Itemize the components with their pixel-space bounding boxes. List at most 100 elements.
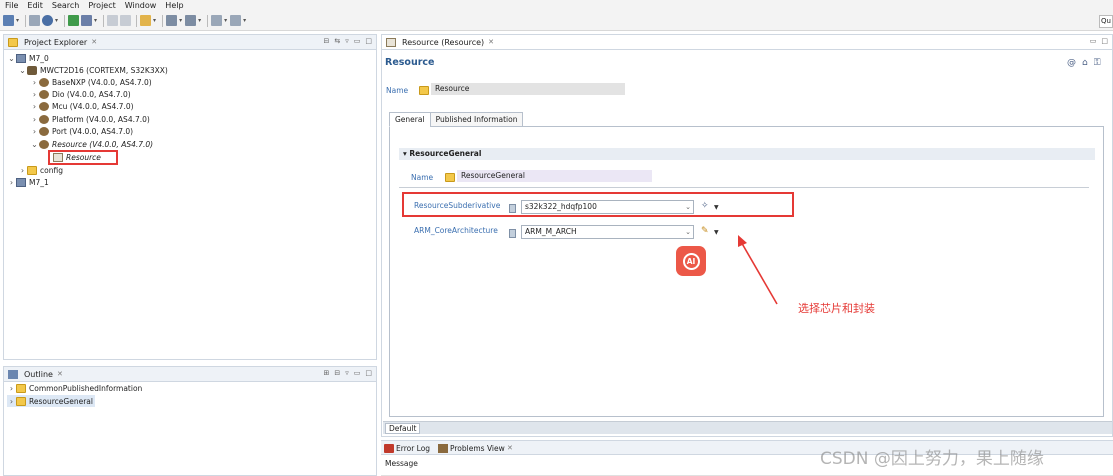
- forward-icon[interactable]: [185, 15, 197, 26]
- tree-item-mwct2d16[interactable]: ⌄ MWCT2D16 (CORTEXM, S32K3XX): [18, 64, 168, 76]
- tab-published-information[interactable]: Published Information: [429, 112, 524, 127]
- redo-icon[interactable]: [120, 15, 132, 26]
- editor-subtabs: General Published Information: [389, 112, 524, 127]
- ai-badge-label: AI: [682, 252, 700, 270]
- new-icon[interactable]: [3, 15, 14, 26]
- configuration-icon: [27, 65, 37, 75]
- save-icon[interactable]: [29, 15, 41, 26]
- project-explorer-icon: [8, 37, 18, 47]
- chevron-down-icon[interactable]: ▾: [243, 17, 246, 24]
- refresh-icon[interactable]: [230, 15, 242, 26]
- lock-icon[interactable]: ⚿: [1094, 58, 1101, 68]
- editor-bottom-tabbar: Default: [383, 421, 1112, 434]
- chevron-down-icon[interactable]: ▾: [16, 17, 19, 24]
- expand-all-icon[interactable]: ⊞: [323, 369, 329, 377]
- chevron-down-icon[interactable]: ⌄: [7, 54, 16, 63]
- section-header[interactable]: ▾ ResourceGeneral: [399, 148, 1095, 160]
- divider: [399, 187, 1089, 188]
- chevron-down-icon[interactable]: ▾: [94, 17, 97, 24]
- chevron-down-icon[interactable]: ⌄: [30, 140, 39, 149]
- quick-access-input[interactable]: Qu: [1099, 15, 1113, 28]
- tree-label: Resource (V4.0.0, AS4.7.0): [52, 139, 154, 149]
- view-menu-icon[interactable]: ▿: [345, 37, 349, 45]
- menu-window[interactable]: Window: [120, 1, 161, 10]
- chevron-down-icon[interactable]: ▾: [55, 17, 58, 24]
- undo-icon[interactable]: [107, 15, 119, 26]
- outline-item-resource-general[interactable]: › ResourceGeneral: [7, 395, 95, 407]
- tree-item-mcu[interactable]: › Mcu (V4.0.0, AS4.7.0): [30, 100, 134, 112]
- section-name-field[interactable]: ResourceGeneral: [457, 170, 652, 182]
- view-toolbar: ⊟ ⇆ ▿ ▭ □: [323, 37, 372, 45]
- tree-item-dio[interactable]: › Dio (V4.0.0, AS4.7.0): [30, 88, 131, 100]
- collapse-all-icon[interactable]: ⊟: [334, 369, 340, 377]
- pencil-icon[interactable]: ✎: [701, 226, 709, 236]
- tree-label: config: [40, 165, 63, 175]
- arrow-line: [739, 239, 778, 305]
- editor-tab-title[interactable]: Resource (Resource): [402, 38, 484, 47]
- tree-item-m7-1[interactable]: › M7_1: [7, 176, 49, 188]
- tree-item-config[interactable]: › config: [18, 164, 63, 176]
- maximize-icon[interactable]: □: [365, 369, 372, 377]
- build-icon[interactable]: [81, 15, 93, 26]
- close-icon[interactable]: ✕: [91, 38, 97, 46]
- menu-help[interactable]: Help: [160, 1, 187, 10]
- chevron-down-icon[interactable]: ▼: [714, 229, 719, 236]
- chevron-right-icon[interactable]: ›: [30, 127, 39, 136]
- arm-core-architecture-select[interactable]: ARM_M_ARCH ⌄: [521, 225, 694, 239]
- chevron-down-icon[interactable]: ⌄: [685, 226, 691, 238]
- tab-problems-view[interactable]: Problems View: [450, 444, 505, 453]
- tree-item-port[interactable]: › Port (V4.0.0, AS4.7.0): [30, 125, 133, 137]
- tree-item-resource-module[interactable]: ⌄ Resource (V4.0.0, AS4.7.0): [30, 138, 153, 150]
- chevron-right-icon[interactable]: ›: [7, 178, 16, 187]
- view-menu-icon[interactable]: ▿: [345, 369, 349, 377]
- chevron-right-icon[interactable]: ›: [30, 102, 39, 111]
- outline-title[interactable]: Outline: [24, 370, 53, 379]
- outline-item-common-published[interactable]: › CommonPublishedInformation: [7, 382, 142, 394]
- back-icon[interactable]: [166, 15, 178, 26]
- minimize-icon[interactable]: ▭: [1090, 37, 1097, 45]
- maximize-icon[interactable]: □: [365, 37, 372, 45]
- close-icon[interactable]: ✕: [488, 38, 494, 46]
- maximize-icon[interactable]: □: [1101, 37, 1108, 45]
- chevron-right-icon[interactable]: ›: [7, 397, 16, 406]
- chevron-right-icon[interactable]: ›: [30, 78, 39, 87]
- tab-general[interactable]: General: [389, 112, 431, 127]
- chevron-down-icon[interactable]: ▾: [179, 17, 182, 24]
- chevron-right-icon[interactable]: ›: [18, 166, 27, 175]
- select-value: ARM_M_ARCH: [525, 227, 577, 236]
- close-icon[interactable]: ✕: [57, 370, 63, 378]
- generate-icon[interactable]: [68, 15, 80, 26]
- chevron-down-icon[interactable]: ▾: [198, 17, 201, 24]
- tree-item-basenxp[interactable]: › BaseNXP (V4.0.0, AS4.7.0): [30, 76, 152, 88]
- minimize-icon[interactable]: ▭: [354, 37, 361, 45]
- chevron-right-icon[interactable]: ›: [7, 384, 16, 393]
- project-icon: [16, 177, 26, 187]
- toolbar-separator: [207, 14, 209, 27]
- collapse-all-icon[interactable]: ⊟: [323, 37, 329, 45]
- tab-default[interactable]: Default: [385, 423, 421, 434]
- home-icon[interactable]: ⌂: [1082, 58, 1088, 68]
- chevron-right-icon[interactable]: ›: [30, 90, 39, 99]
- link-icon[interactable]: @: [1067, 58, 1076, 68]
- link-editor-icon[interactable]: ⇆: [334, 37, 340, 45]
- pin-icon[interactable]: [211, 15, 223, 26]
- menu-file[interactable]: File: [0, 1, 22, 10]
- tree-item-platform[interactable]: › Platform (V4.0.0, AS4.7.0): [30, 113, 150, 125]
- menu-project[interactable]: Project: [83, 1, 119, 10]
- pen-icon[interactable]: [140, 15, 152, 26]
- message-header[interactable]: Message: [385, 459, 418, 468]
- header-toolbar: @ ⌂ ⚿: [1067, 58, 1101, 68]
- project-explorer-title[interactable]: Project Explorer: [24, 38, 87, 47]
- close-icon[interactable]: ✕: [507, 444, 513, 452]
- name-field[interactable]: Resource: [431, 83, 625, 95]
- menu-edit[interactable]: Edit: [22, 1, 47, 10]
- tree-item-m7-0[interactable]: ⌄ M7_0: [7, 52, 49, 64]
- chevron-down-icon[interactable]: ▾: [153, 17, 156, 24]
- menu-search[interactable]: Search: [47, 1, 83, 10]
- chevron-down-icon[interactable]: ⌄: [18, 66, 27, 75]
- globe-icon[interactable]: [42, 15, 54, 26]
- minimize-icon[interactable]: ▭: [354, 369, 361, 377]
- chevron-right-icon[interactable]: ›: [30, 115, 39, 124]
- tab-error-log[interactable]: Error Log: [396, 444, 430, 453]
- chevron-down-icon[interactable]: ▾: [224, 17, 227, 24]
